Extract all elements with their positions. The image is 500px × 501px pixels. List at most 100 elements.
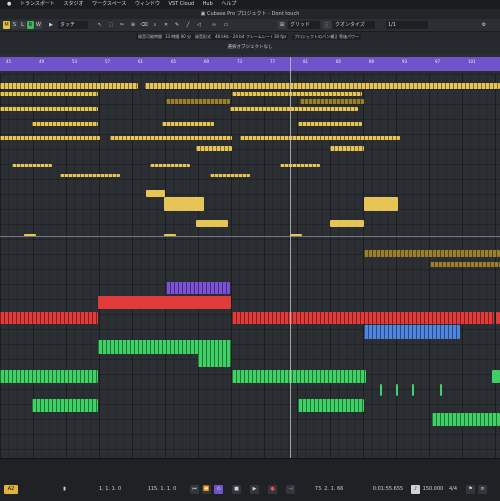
midi-part[interactable] (364, 250, 500, 257)
listen-toggle[interactable]: L (19, 21, 26, 29)
midi-part[interactable] (330, 146, 364, 151)
right-locator-field[interactable]: 115. 1. 1. 0 (140, 485, 184, 494)
quantize-select[interactable]: クオンタイズ (333, 21, 375, 29)
quantize-icon[interactable]: ⋮ (323, 21, 331, 29)
midi-part[interactable] (0, 92, 98, 96)
midi-part[interactable] (298, 399, 364, 412)
monitor-icon[interactable]: ▭ (222, 21, 230, 29)
midi-part[interactable] (230, 107, 358, 111)
midi-part[interactable] (0, 83, 138, 89)
midi-part[interactable] (32, 399, 98, 412)
time-signature-field[interactable]: 4/4 (446, 485, 460, 494)
midi-part[interactable] (196, 146, 232, 151)
write-toggle[interactable]: W (35, 21, 42, 29)
midi-part[interactable] (12, 164, 52, 167)
audio-event[interactable] (496, 312, 500, 324)
play-tool-icon[interactable]: ◁ (195, 21, 203, 29)
midi-part[interactable] (210, 174, 250, 177)
audio-event[interactable] (232, 312, 494, 324)
solo-toggle[interactable]: S (11, 21, 18, 29)
rewind-icon[interactable]: ⏪ (202, 485, 211, 494)
project-cursor[interactable] (290, 57, 291, 458)
midi-part[interactable] (492, 370, 500, 383)
audio-event[interactable] (0, 312, 98, 324)
snap-type-select[interactable]: グリッド (288, 21, 320, 29)
frame-rate-value[interactable]: 30 fps (272, 34, 289, 40)
zoom-tool-icon[interactable]: ⌕ (151, 21, 159, 29)
erase-tool-icon[interactable]: ⌫ (140, 21, 148, 29)
line-tool-icon[interactable]: ╱ (184, 21, 192, 29)
menu-hub[interactable]: Hub (203, 1, 213, 7)
marker-icon[interactable]: ⚑ (466, 485, 475, 494)
mute-toggle[interactable]: M (3, 21, 10, 29)
primary-time-display[interactable]: 73. 2. 1. 66 (306, 485, 352, 494)
midi-part[interactable] (440, 384, 442, 396)
midi-part[interactable] (0, 107, 98, 111)
stop-icon[interactable]: ■ (232, 485, 241, 494)
left-locator-icon[interactable]: ▮ (60, 485, 69, 494)
settings-icon[interactable]: ⚙ (478, 21, 490, 29)
pan-law-value[interactable]: 等価パワー (337, 34, 361, 40)
midi-part[interactable] (412, 384, 414, 396)
midi-part[interactable] (432, 413, 500, 426)
menu-studio[interactable]: スタジオ (63, 1, 83, 7)
record-icon[interactable]: ● (268, 485, 277, 494)
automation-mode-icon[interactable]: ▶ (46, 21, 56, 29)
midi-part[interactable] (60, 174, 120, 177)
menu-workspace[interactable]: ワークスペース (92, 1, 126, 7)
midi-part[interactable] (198, 354, 231, 367)
track-divider[interactable] (0, 236, 500, 237)
read-toggle[interactable]: R (27, 21, 34, 29)
record-format-value[interactable]: 48 kHz - 24 bit (213, 34, 247, 40)
glue-tool-icon[interactable]: ⊕ (129, 21, 137, 29)
midi-part[interactable] (300, 99, 364, 104)
tempo-field[interactable]: 150.000 (420, 485, 446, 494)
cycle-icon[interactable]: ⟲ (214, 485, 223, 494)
midi-part[interactable] (166, 282, 230, 294)
menu-transport[interactable]: トランスポート (20, 1, 55, 7)
object-select-tool-icon[interactable]: ↖ (96, 21, 104, 29)
menu-window[interactable]: ウィンドウ (135, 1, 160, 7)
midi-part[interactable] (430, 262, 500, 267)
menu-help[interactable]: ヘルプ (221, 1, 236, 7)
midi-part[interactable] (0, 370, 98, 383)
midi-part[interactable] (0, 136, 100, 140)
punch-icon[interactable]: ⊣ (286, 485, 295, 494)
midi-part[interactable] (162, 122, 214, 126)
midi-part[interactable] (150, 164, 190, 167)
draw-tool-icon[interactable]: ✎ (173, 21, 181, 29)
midi-part[interactable] (280, 164, 320, 167)
go-to-start-icon[interactable]: ⏮ (190, 485, 199, 494)
midi-part[interactable] (364, 197, 398, 211)
midi-part[interactable] (232, 370, 366, 383)
midi-part[interactable] (145, 83, 500, 89)
midi-part[interactable] (380, 384, 382, 396)
apple-icon[interactable]: ● (7, 1, 11, 7)
midi-part[interactable] (330, 220, 364, 227)
record-mode-badge[interactable]: A2 (4, 485, 18, 494)
midi-part[interactable] (240, 136, 400, 140)
metronome-icon[interactable]: ♪ (411, 485, 420, 494)
timeline-ruler[interactable]: 45 49 53 57 61 65 69 73 77 81 85 89 93 9… (0, 57, 500, 71)
midi-part[interactable] (164, 197, 204, 211)
midi-part[interactable] (364, 325, 460, 339)
split-tool-icon[interactable]: ✂ (118, 21, 126, 29)
left-locator-field[interactable]: 1. 1. 1. 0 (88, 485, 132, 494)
midi-part[interactable] (110, 136, 232, 140)
midi-part[interactable] (146, 190, 165, 197)
project-window-events[interactable] (0, 74, 500, 458)
quantize-value-select[interactable]: 1/1 (386, 21, 428, 29)
record-time-value[interactable]: 13 時間 00 分 (163, 34, 193, 40)
snap-toggle[interactable]: ⊞ (278, 21, 286, 29)
midi-part[interactable] (98, 340, 231, 354)
midi-part[interactable] (232, 92, 362, 96)
midi-part[interactable] (166, 99, 230, 104)
transport-menu-icon[interactable]: ≡ (478, 485, 487, 494)
automation-mode-select[interactable]: タッチ (58, 21, 88, 29)
mute-tool-icon[interactable]: ✕ (162, 21, 170, 29)
midi-part[interactable] (396, 384, 398, 396)
midi-part[interactable] (298, 122, 362, 126)
secondary-time-display[interactable]: 0:01:55.655 (366, 485, 410, 494)
midi-part[interactable] (32, 122, 98, 126)
link-icon[interactable]: ∞ (210, 21, 218, 29)
